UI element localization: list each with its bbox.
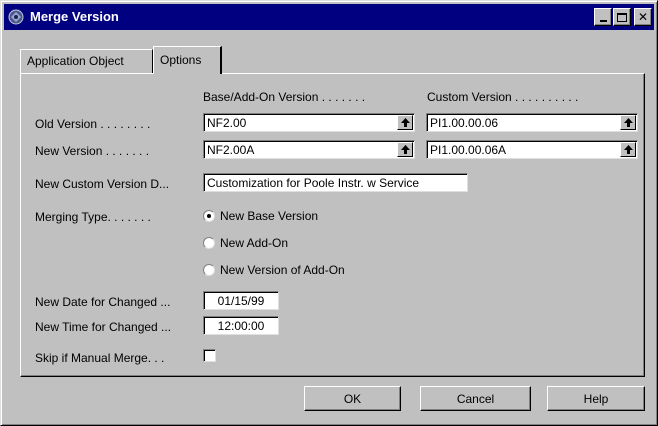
custom-description-input[interactable]: Customization for Poole Instr. w Service xyxy=(203,173,468,192)
maximize-button[interactable] xyxy=(613,8,631,26)
old-custom-version-value: PI1.00.00.06 xyxy=(430,116,499,130)
radio-button[interactable] xyxy=(203,210,215,222)
base-version-column-header: Base/Add-On Version . . . . . . . xyxy=(203,90,366,104)
new-version-label: New Version . . . . . . . xyxy=(35,144,150,158)
radio-label: New Version of Add-On xyxy=(220,263,345,277)
window-title: Merge Version xyxy=(30,9,119,24)
radio-new-version-of-add-on[interactable]: New Version of Add-On xyxy=(203,263,403,279)
new-custom-dropdown-button[interactable] xyxy=(620,142,636,157)
arrow-up-icon xyxy=(623,145,633,154)
options-panel: Base/Add-On Version . . . . . . . Custom… xyxy=(20,73,645,377)
close-button[interactable]: ✕ xyxy=(634,8,652,26)
new-custom-version-value: PI1.00.00.06A xyxy=(430,143,507,157)
tab-label: Application Object xyxy=(27,54,124,68)
minimize-button[interactable] xyxy=(594,8,612,26)
custom-version-column-header: Custom Version . . . . . . . . . . xyxy=(427,90,579,104)
new-date-label: New Date for Changed ... xyxy=(35,295,171,309)
custom-description-value: Customization for Poole Instr. w Service xyxy=(207,176,420,190)
arrow-up-icon xyxy=(400,118,410,127)
radio-button[interactable] xyxy=(203,264,215,276)
help-button[interactable]: Help xyxy=(547,386,645,411)
new-date-input[interactable]: 01/15/99 xyxy=(203,291,279,310)
radio-button[interactable] xyxy=(203,237,215,249)
maximize-icon xyxy=(617,12,627,22)
new-base-dropdown-button[interactable] xyxy=(397,142,413,157)
old-base-version-value: NF2.00 xyxy=(207,116,247,130)
old-base-version-combo[interactable]: NF2.00 xyxy=(203,113,415,132)
app-icon xyxy=(8,9,24,25)
arrow-up-icon xyxy=(400,145,410,154)
ok-button[interactable]: OK xyxy=(304,386,401,411)
skip-manual-merge-label: Skip if Manual Merge. . . xyxy=(35,351,165,365)
ok-button-label: OK xyxy=(343,391,362,406)
old-custom-dropdown-button[interactable] xyxy=(620,115,636,130)
new-time-label: New Time for Changed ... xyxy=(35,320,172,334)
cancel-button[interactable]: Cancel xyxy=(420,386,531,411)
old-custom-version-combo[interactable]: PI1.00.00.06 xyxy=(426,113,638,132)
tab-label: Options xyxy=(160,53,202,67)
merge-version-window: Merge Version ✕ Application Object Optio… xyxy=(0,0,658,426)
radio-new-base-version[interactable]: New Base Version xyxy=(203,209,403,225)
new-time-input[interactable]: 12:00:00 xyxy=(203,316,279,335)
new-custom-version-combo[interactable]: PI1.00.00.06A xyxy=(426,140,638,159)
merging-type-label: Merging Type. . . . . . . xyxy=(35,210,151,224)
arrow-up-icon xyxy=(623,118,633,127)
old-base-dropdown-button[interactable] xyxy=(397,115,413,130)
new-time-value: 12:00:00 xyxy=(217,319,265,333)
minimize-icon xyxy=(599,19,607,22)
title-bar[interactable]: Merge Version ✕ xyxy=(4,4,654,30)
custom-description-label: New Custom Version D... xyxy=(35,177,170,191)
skip-manual-merge-checkbox[interactable] xyxy=(203,349,216,362)
radio-label: New Add-On xyxy=(220,236,289,250)
new-base-version-combo[interactable]: NF2.00A xyxy=(203,140,415,159)
radio-new-add-on[interactable]: New Add-On xyxy=(203,236,403,252)
new-date-value: 01/15/99 xyxy=(217,294,265,308)
tab-options[interactable]: Options xyxy=(153,46,222,74)
new-base-version-value: NF2.00A xyxy=(207,143,255,157)
close-icon: ✕ xyxy=(637,10,649,24)
radio-label: New Base Version xyxy=(220,209,319,223)
cancel-button-label: Cancel xyxy=(456,391,495,406)
tab-application-object[interactable]: Application Object xyxy=(20,49,153,73)
old-version-label: Old Version . . . . . . . . xyxy=(35,117,151,131)
help-button-label: Help xyxy=(583,391,609,406)
